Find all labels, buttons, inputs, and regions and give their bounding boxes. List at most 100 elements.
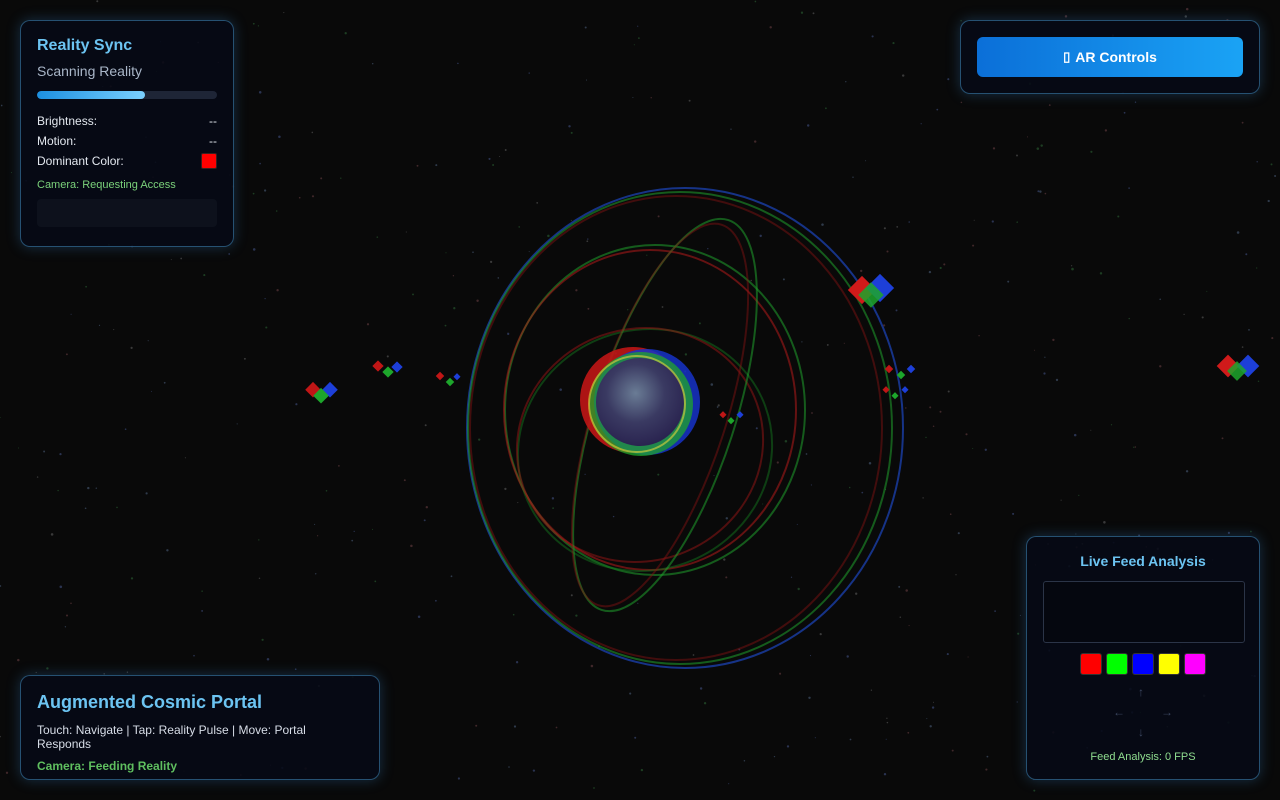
star	[994, 610, 996, 612]
star	[353, 530, 355, 533]
star	[805, 453, 808, 455]
star	[1117, 215, 1120, 218]
star	[587, 238, 589, 240]
star	[1044, 192, 1047, 195]
star	[374, 580, 377, 583]
star	[905, 407, 907, 409]
star	[826, 343, 829, 346]
star	[1019, 614, 1021, 616]
star	[425, 506, 428, 509]
star	[725, 517, 729, 520]
star	[371, 528, 374, 530]
arrow-left-icon[interactable]: ←	[1113, 705, 1125, 719]
star	[0, 104, 3, 107]
star	[946, 653, 949, 656]
arrow-up-icon[interactable]: ↑	[1138, 685, 1144, 699]
star	[170, 259, 172, 261]
star	[936, 108, 939, 111]
dominant-color-label: Dominant Color:	[37, 154, 124, 168]
star	[84, 507, 87, 510]
star	[1044, 356, 1046, 358]
star	[633, 44, 635, 46]
star	[908, 221, 910, 223]
star	[320, 177, 323, 180]
motion-row: Motion: --	[37, 131, 217, 151]
star	[236, 423, 238, 425]
star	[886, 717, 888, 719]
star	[1064, 15, 1068, 18]
arrow-down-icon[interactable]: ↓	[1138, 725, 1144, 739]
star	[376, 236, 379, 238]
star	[504, 487, 507, 491]
star	[590, 664, 594, 668]
star	[1016, 154, 1018, 157]
star	[1026, 136, 1029, 138]
star	[295, 403, 298, 406]
star	[489, 260, 493, 264]
star	[180, 257, 183, 260]
star	[627, 309, 629, 311]
star	[1128, 317, 1130, 320]
star	[1250, 530, 1252, 533]
star	[1110, 424, 1113, 426]
star	[575, 614, 578, 617]
star	[797, 587, 800, 591]
star	[1071, 267, 1074, 271]
star	[130, 577, 134, 580]
star	[1043, 372, 1046, 375]
camera-feed-status: Camera: Feeding Reality	[37, 759, 178, 773]
star	[759, 234, 762, 238]
star	[1016, 221, 1018, 223]
star	[417, 615, 421, 618]
star	[344, 32, 347, 35]
star	[1274, 174, 1277, 178]
star	[1134, 101, 1137, 103]
dominant-color-row: Dominant Color:	[37, 151, 217, 171]
star	[314, 523, 316, 525]
star	[629, 692, 632, 695]
star	[806, 124, 810, 127]
star	[570, 131, 573, 134]
star	[991, 220, 994, 223]
ar-controls-button[interactable]: ▯ AR Controls	[977, 37, 1243, 77]
star	[203, 274, 206, 277]
star	[1070, 265, 1073, 267]
star	[64, 626, 67, 628]
star	[926, 718, 928, 720]
star	[1052, 338, 1055, 342]
star	[59, 452, 62, 456]
star	[821, 223, 824, 226]
star	[298, 196, 301, 199]
star	[294, 668, 297, 671]
live-feed-title: Live Feed Analysis	[1080, 553, 1206, 569]
star	[532, 769, 536, 772]
star	[1227, 531, 1230, 534]
star	[773, 755, 776, 758]
motion-label: Motion:	[37, 134, 77, 148]
star	[908, 625, 910, 627]
star	[972, 447, 974, 450]
palette-swatch	[1132, 653, 1154, 675]
star	[43, 450, 46, 453]
star	[845, 81, 847, 83]
star	[65, 353, 68, 356]
star	[147, 340, 149, 342]
star	[457, 777, 460, 780]
star	[637, 25, 639, 27]
star	[410, 544, 413, 548]
arrow-right-icon[interactable]: →	[1161, 705, 1173, 719]
star	[266, 657, 270, 661]
portal-orb[interactable]	[580, 347, 700, 456]
star	[1257, 380, 1260, 383]
star	[779, 672, 782, 675]
star	[951, 749, 954, 752]
star	[124, 428, 127, 431]
star	[755, 427, 758, 430]
star	[457, 62, 459, 65]
star	[1033, 349, 1036, 351]
star	[276, 289, 279, 292]
star	[688, 99, 691, 102]
controls-help-text: Touch: Navigate | Tap: Reality Pulse | M…	[37, 723, 306, 751]
star	[730, 128, 732, 130]
star	[784, 440, 788, 443]
